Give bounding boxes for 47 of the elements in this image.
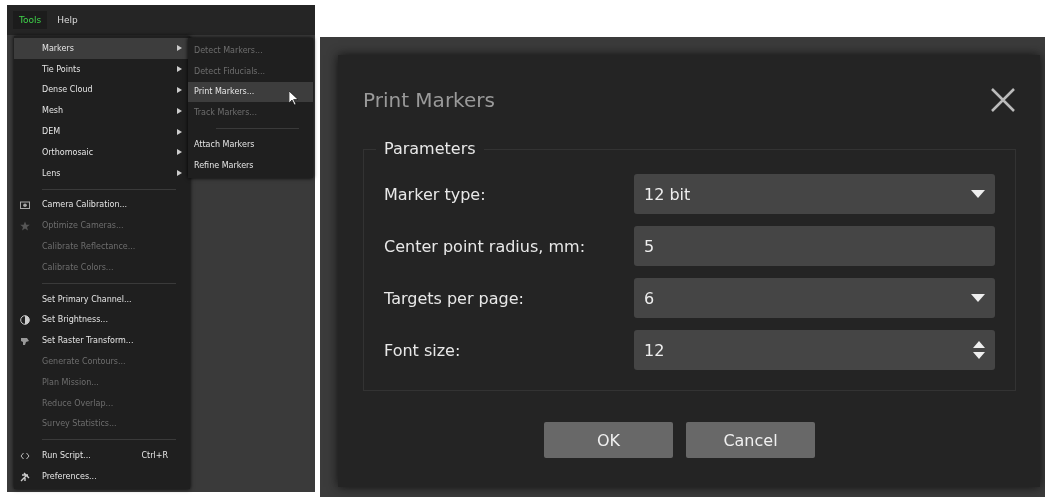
camera-icon <box>20 199 30 210</box>
input-field[interactable]: 5 <box>634 226 995 266</box>
dropdown-arrow-icon <box>971 190 985 198</box>
menu-item[interactable]: Preferences... <box>14 466 190 487</box>
menu-item[interactable]: Mesh <box>14 100 190 122</box>
menu-item[interactable]: Lens <box>14 162 190 184</box>
menu-item[interactable]: Set Brightness... <box>14 309 190 331</box>
cancel-button[interactable]: Cancel <box>686 422 815 458</box>
dialog-title: Print Markers <box>363 88 495 112</box>
tools-icon <box>20 471 30 482</box>
dropdown-arrow-icon <box>971 294 985 302</box>
mouse-cursor-icon <box>289 91 299 106</box>
menu-item[interactable]: Attach Markers <box>188 134 313 155</box>
ok-button[interactable]: OK <box>544 422 673 458</box>
submenu-arrow-icon <box>177 107 182 114</box>
brush-icon <box>20 335 30 346</box>
menu-item[interactable]: Dense Cloud <box>14 79 190 101</box>
menu-item[interactable]: Tie Points <box>14 58 190 80</box>
menu-bar-item[interactable]: Help <box>51 11 84 29</box>
dropdown[interactable]: 6 <box>634 278 995 318</box>
spin-box[interactable]: 12 <box>634 330 995 370</box>
field-label: Targets per page: <box>384 288 525 308</box>
field-label: Font size: <box>384 340 462 360</box>
menu-item[interactable]: DEM <box>14 121 190 142</box>
submenu-arrow-icon <box>177 128 182 135</box>
submenu-arrow-icon <box>177 66 182 73</box>
code-icon <box>20 450 30 461</box>
field-label: Center point radius, mm: <box>384 236 587 256</box>
menu-item[interactable]: Refine Markers <box>188 155 313 176</box>
field-label: Marker type: <box>384 184 487 204</box>
star-icon <box>20 220 30 231</box>
brightness-icon <box>20 314 30 325</box>
menu-item[interactable]: Markers <box>14 38 190 59</box>
menu-item[interactable]: Run Script... Ctrl+R <box>14 445 190 467</box>
submenu-arrow-icon <box>177 45 182 52</box>
submenu-arrow-icon <box>177 170 182 177</box>
submenu-arrow-icon <box>177 149 182 156</box>
menu-item[interactable]: Set Raster Transform... <box>14 330 190 352</box>
menu-item[interactable]: Camera Calibration... <box>14 194 190 216</box>
menu-item[interactable]: Set Primary Channel... <box>14 288 190 310</box>
spin-arrows-icon[interactable] <box>973 340 985 360</box>
menu-item[interactable]: Print Markers... <box>188 81 313 103</box>
submenu-arrow-icon <box>177 87 182 93</box>
menu-item[interactable]: Orthomosaic <box>14 142 190 163</box>
dropdown[interactable]: 12 bit <box>634 174 995 214</box>
menu-bar-item[interactable]: Tools <box>13 11 48 29</box>
close-button[interactable] <box>990 87 1016 113</box>
